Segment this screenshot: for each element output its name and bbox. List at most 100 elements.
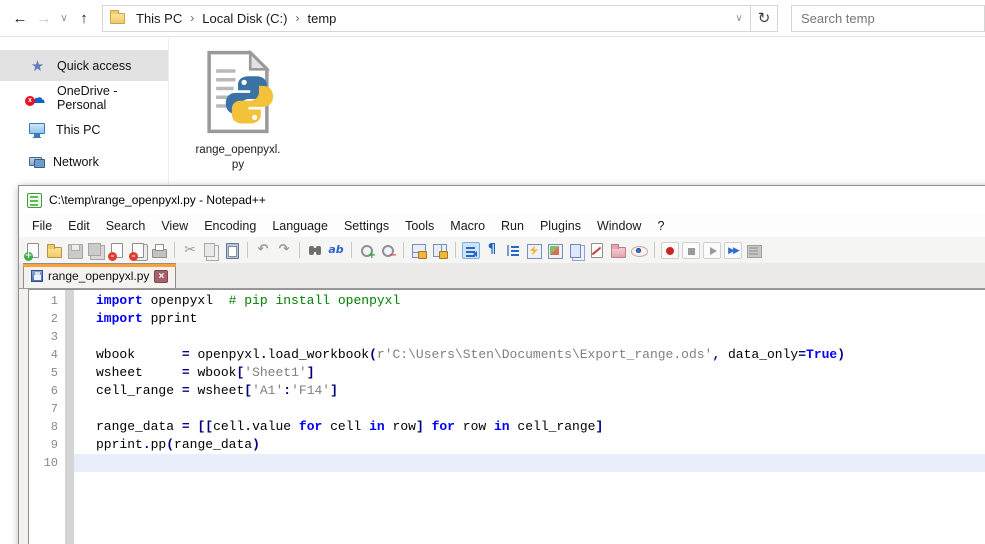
network-icon [29, 157, 45, 168]
code-line-9: pprint.pp(range_data) [74, 436, 985, 454]
file-name: range_openpyxl. py [195, 144, 281, 171]
menu-encoding[interactable]: Encoding [196, 216, 264, 236]
breadcrumb-item-this-pc[interactable]: This PC [129, 6, 189, 31]
python-file-icon [203, 49, 273, 138]
view-in-browser-icon[interactable] [630, 242, 648, 259]
code-token: 'Sheet1' [244, 365, 307, 380]
line-number: 6 [50, 384, 58, 398]
back-icon[interactable]: ← [8, 6, 32, 30]
zoom-out-icon[interactable] [379, 242, 397, 261]
show-all-characters-icon[interactable]: ¶ [483, 242, 501, 259]
macro-save-icon[interactable] [745, 242, 763, 259]
line-number: 2 [50, 312, 58, 326]
explorer-toolbar: ← → ∨ ↑ This PC › Local Disk (C:) › temp ∨ ↻ [0, 0, 985, 37]
forward-icon[interactable]: → [32, 6, 56, 30]
toolbar-separator [654, 242, 655, 258]
menu-macro[interactable]: Macro [442, 216, 493, 236]
cut-icon[interactable]: ✂ [181, 242, 199, 259]
code-token: wsheet [96, 365, 182, 380]
title-bar[interactable]: C:\temp\range_openpyxl.py - Notepad++ [19, 186, 985, 214]
document-map-icon[interactable] [546, 242, 564, 259]
menu-search[interactable]: Search [98, 216, 154, 236]
menu-edit[interactable]: Edit [60, 216, 98, 236]
document-switcher-icon[interactable] [567, 242, 585, 259]
menu-run[interactable]: Run [493, 216, 532, 236]
zoom-in-icon[interactable] [358, 242, 376, 261]
menu-language[interactable]: Language [264, 216, 336, 236]
quick-access-icon: ★ [30, 57, 45, 75]
address-dropdown-icon[interactable]: ∨ [728, 13, 750, 24]
this-pc-icon [29, 122, 45, 137]
copy-icon[interactable] [202, 242, 220, 259]
menu-bar: File Edit Search View Encoding Language Settin… [19, 214, 985, 237]
breadcrumb-item-temp[interactable]: temp [300, 6, 343, 31]
code-token: row [384, 419, 416, 434]
folder-icon [110, 9, 125, 24]
close-all-icon[interactable] [129, 242, 147, 261]
folder-as-workspace-icon[interactable] [609, 242, 627, 259]
macro-record-icon[interactable] [661, 241, 679, 259]
sidebar-item-network[interactable]: Network [0, 146, 168, 177]
menu-window[interactable]: Window [589, 216, 649, 236]
line-number: 7 [50, 402, 58, 416]
code-token: row [454, 419, 494, 434]
code-token: 'F14' [291, 383, 331, 398]
code-token: = [181, 383, 190, 398]
macro-play-icon[interactable] [703, 241, 721, 259]
search-input[interactable] [801, 10, 975, 26]
sidebar-item-this-pc[interactable]: This PC [0, 114, 168, 145]
paste-icon[interactable] [223, 242, 241, 259]
function-list-icon[interactable] [525, 242, 543, 259]
tab-label: range_openpyxl.py [48, 269, 150, 283]
onedrive-icon: ☁ [25, 89, 46, 107]
monitoring-icon[interactable] [588, 242, 606, 259]
code-token: True [806, 347, 838, 362]
menu-settings[interactable]: Settings [336, 216, 397, 236]
code-token: ) [837, 347, 846, 362]
print-icon[interactable] [150, 242, 168, 259]
sidebar-item-label: Network [53, 154, 99, 169]
save-icon[interactable] [66, 242, 84, 259]
code-area[interactable]: import openpyxl # pip install openpyxl im… [74, 290, 985, 544]
tab-range-openpyxl[interactable]: range_openpyxl.py × [23, 263, 177, 288]
menu-file[interactable]: File [24, 216, 60, 236]
indent-guide-icon[interactable] [504, 242, 522, 259]
tab-close-icon[interactable]: × [154, 269, 169, 283]
find-icon[interactable] [306, 242, 324, 259]
new-file-icon[interactable] [24, 242, 42, 261]
close-icon[interactable] [108, 242, 126, 261]
code-editor[interactable]: 1 2 3 4 5 6 7 8 9 10 import openpyxl # pip instal… [28, 289, 985, 544]
menu-view[interactable]: View [153, 216, 196, 236]
sync-vertical-scrolling-icon[interactable] [410, 242, 428, 259]
sidebar-item-quick-access[interactable]: ★ Quick access [0, 50, 168, 81]
sidebar-item-onedrive[interactable]: ☁ OneDrive - Personal [0, 82, 168, 113]
history-dropdown-icon[interactable]: ∨ [56, 6, 72, 30]
code-token: # pip install openpyxl [228, 293, 401, 308]
code-token: pprint [96, 437, 143, 452]
macro-run-multiple-icon[interactable]: ▶▶ [724, 241, 742, 259]
search-box[interactable] [791, 4, 985, 32]
open-file-icon[interactable] [45, 242, 63, 259]
breadcrumb-item-local-disk-c-[interactable]: Local Disk (C:) [195, 6, 294, 31]
refresh-icon[interactable]: ↻ [750, 5, 777, 31]
menu-plugins[interactable]: Plugins [532, 216, 589, 236]
menu-?[interactable]: ? [649, 216, 672, 236]
replace-icon[interactable]: ab [327, 242, 345, 259]
word-wrap-icon[interactable] [462, 241, 480, 259]
code-token: = [798, 347, 807, 362]
address-bar[interactable]: This PC › Local Disk (C:) › temp ∨ ↻ [102, 4, 778, 32]
line-number: 4 [50, 348, 58, 362]
redo-icon[interactable]: ↷ [275, 242, 293, 259]
code-token: wsheet [189, 383, 245, 398]
code-token: range_data [96, 419, 182, 434]
save-all-icon[interactable] [87, 242, 105, 259]
code-token: ] [330, 383, 338, 398]
macro-stop-icon[interactable] [682, 241, 700, 259]
menu-tools[interactable]: Tools [397, 216, 442, 236]
python-file-tile[interactable]: range_openpyxl. py [191, 49, 285, 173]
line-number: 8 [50, 420, 58, 434]
sync-horizontal-scrolling-icon[interactable] [431, 242, 449, 259]
up-icon[interactable]: ↑ [72, 6, 96, 30]
undo-icon[interactable]: ↶ [254, 242, 272, 259]
tab-bar: range_openpyxl.py × [19, 263, 985, 289]
